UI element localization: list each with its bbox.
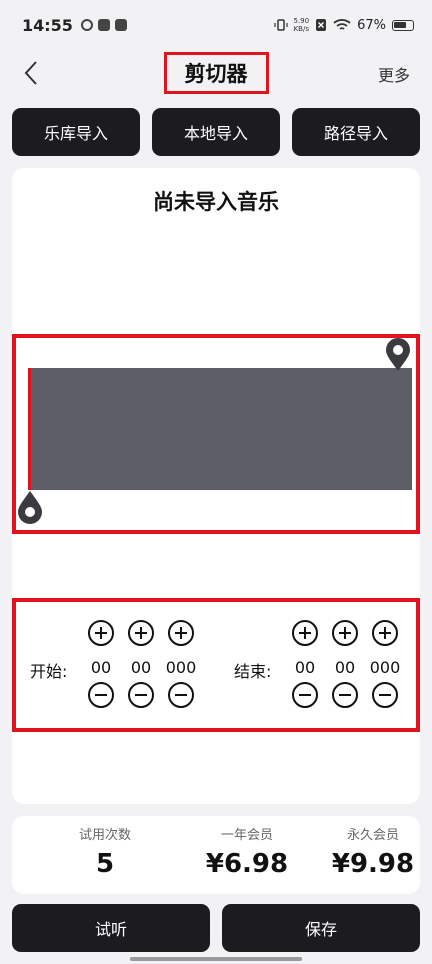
start-marker-handle[interactable] <box>16 490 44 526</box>
plan-value: ¥9.98 <box>331 849 415 879</box>
start-seconds-value: 00 <box>130 658 152 677</box>
wifi-icon <box>333 19 351 30</box>
end-minutes-plus-button[interactable] <box>292 620 318 646</box>
lifetime-plan[interactable]: 永久会员 ¥9.98 <box>328 816 418 894</box>
path-import-button[interactable]: 路径导入 <box>292 108 420 156</box>
library-import-button[interactable]: 乐库导入 <box>12 108 140 156</box>
start-minutes-minus-button[interactable] <box>88 682 114 708</box>
editor-card: 尚未导入音乐 开始: 00 00 000 结束: 00 00 000 <box>12 168 420 804</box>
end-minutes-minus-button[interactable] <box>292 682 318 708</box>
end-millis-minus-button[interactable] <box>372 682 398 708</box>
plan-value: ¥6.98 <box>205 849 289 879</box>
start-millis-value: 000 <box>165 658 197 677</box>
waveform-area[interactable] <box>28 368 412 490</box>
end-minutes-value: 00 <box>294 658 316 677</box>
end-seconds-value: 00 <box>334 658 356 677</box>
end-seconds-minus-button[interactable] <box>332 682 358 708</box>
sync-icon <box>80 19 93 31</box>
nav-bar: 剪切器 更多 <box>0 50 432 96</box>
chevron-left-icon <box>24 61 37 85</box>
start-millis-minus-button[interactable] <box>168 682 194 708</box>
plan-label: 永久会员 <box>346 828 399 843</box>
playhead-cursor <box>28 368 31 490</box>
start-minutes-plus-button[interactable] <box>88 620 114 646</box>
vibrate-icon <box>273 19 288 31</box>
local-import-button[interactable]: 本地导入 <box>152 108 280 156</box>
plan-label: 一年会员 <box>220 828 273 843</box>
network-speed: 5.90 KB/s <box>293 17 310 33</box>
time-range-panel: 开始: 00 00 000 结束: 00 00 000 <box>12 598 420 732</box>
save-button[interactable]: 保存 <box>222 904 420 952</box>
start-label: 开始: <box>30 662 68 681</box>
action-buttons: 试听 保存 <box>12 904 420 952</box>
mail-icon <box>114 19 127 31</box>
end-millis-value: 000 <box>369 658 401 677</box>
membership-card: 试用次数 5 一年会员 ¥6.98 永久会员 ¥9.98 <box>12 816 420 894</box>
start-minutes-value: 00 <box>90 658 112 677</box>
end-label: 结束: <box>234 662 272 681</box>
home-indicator[interactable] <box>130 957 302 961</box>
start-seconds-minus-button[interactable] <box>128 682 154 708</box>
music-title: 尚未导入音乐 <box>153 190 279 214</box>
battery-percent: 67% <box>357 17 386 33</box>
tiktok-icon <box>97 19 110 31</box>
sim-off-icon <box>316 19 327 31</box>
status-time: 14:55 <box>22 15 73 35</box>
more-button[interactable]: 更多 <box>378 62 410 86</box>
waveform-panel <box>12 334 420 534</box>
plan-label: 试用次数 <box>78 828 131 843</box>
back-button[interactable] <box>14 56 48 90</box>
start-millis-plus-button[interactable] <box>168 620 194 646</box>
plan-value: 5 <box>95 849 115 879</box>
trial-plan[interactable]: 试用次数 5 <box>50 816 160 894</box>
end-millis-plus-button[interactable] <box>372 620 398 646</box>
preview-button[interactable]: 试听 <box>12 904 210 952</box>
end-seconds-plus-button[interactable] <box>332 620 358 646</box>
status-bar: 14:55 5.90 KB/s 67% <box>0 0 432 50</box>
battery-icon <box>392 19 414 31</box>
end-marker-handle[interactable] <box>384 338 412 372</box>
import-buttons: 乐库导入 本地导入 路径导入 <box>12 108 420 156</box>
yearly-plan[interactable]: 一年会员 ¥6.98 <box>192 816 302 894</box>
start-seconds-plus-button[interactable] <box>128 620 154 646</box>
page-title: 剪切器 <box>163 52 269 94</box>
